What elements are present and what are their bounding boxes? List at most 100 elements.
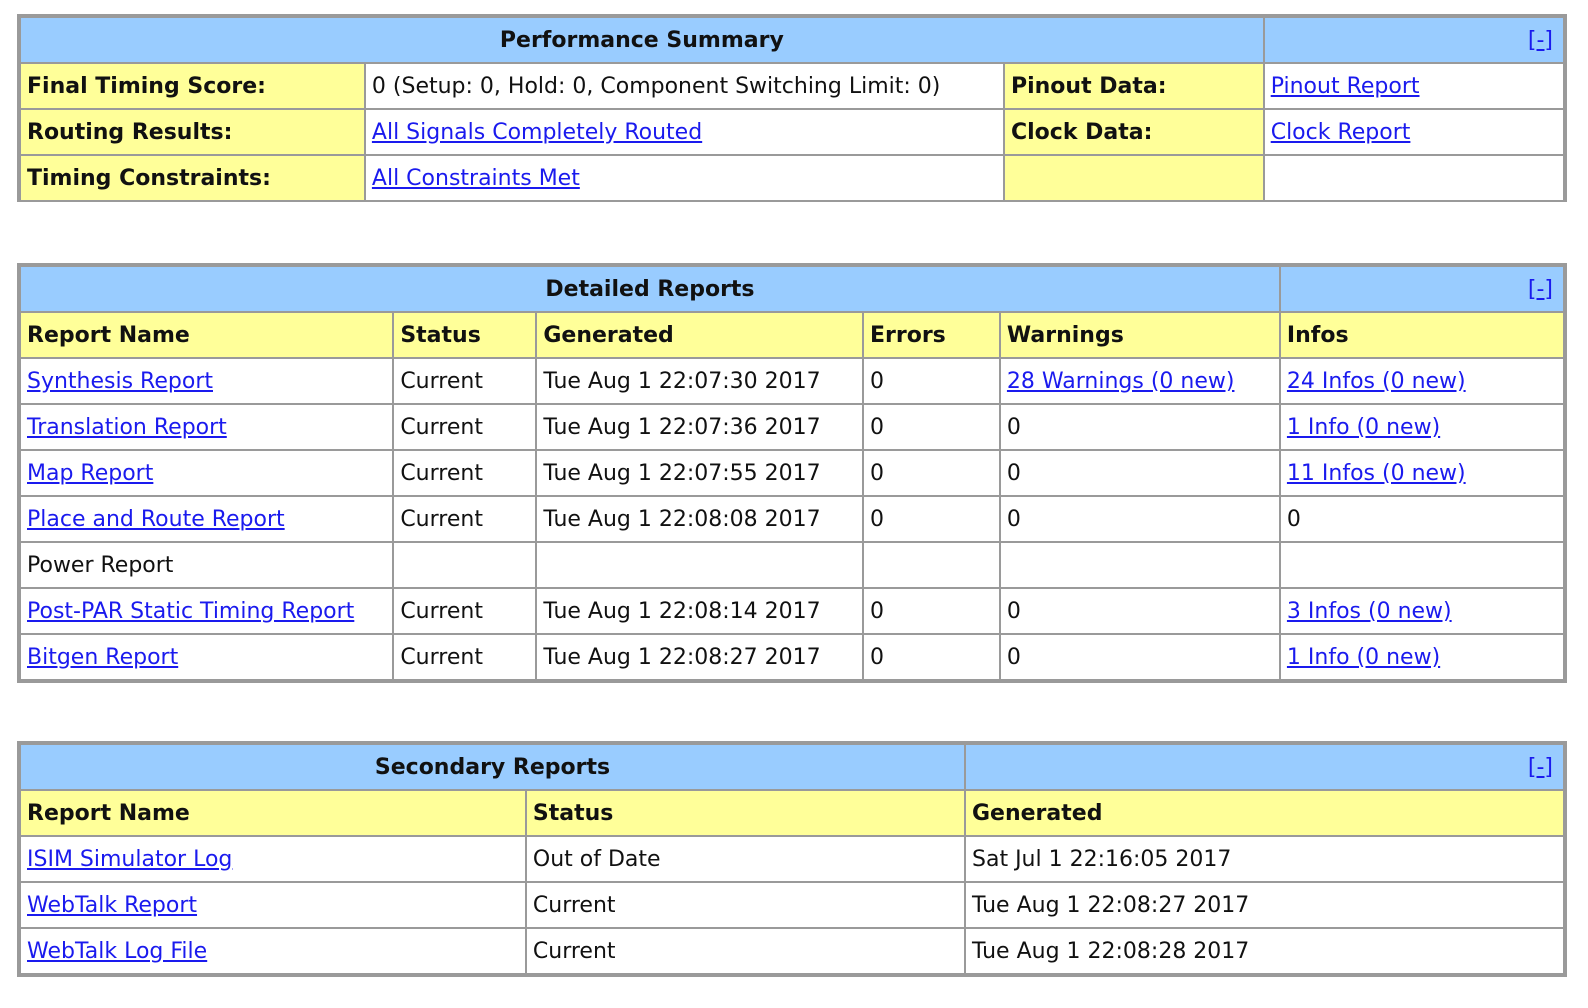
- table-row: Translation Report Current Tue Aug 1 22:07…: [18, 403, 1566, 451]
- table-row: Synthesis Report Current Tue Aug 1 22:07:3…: [18, 357, 1566, 405]
- report-errors: 0: [861, 449, 1001, 497]
- report-infos-cell: 11 Infos (0 new): [1278, 449, 1566, 497]
- report-status: [392, 541, 538, 589]
- report-status: Current: [392, 403, 538, 451]
- column-header: Generated: [535, 311, 864, 359]
- report-name-link[interactable]: Post-PAR Static Timing Report: [27, 599, 354, 624]
- report-name: Power Report: [18, 541, 395, 589]
- table-row: Power Report: [18, 541, 1566, 589]
- report-infos-cell: 3 Infos (0 new): [1278, 587, 1566, 635]
- performance-summary-collapse-toggle[interactable]: [-]: [1528, 28, 1553, 53]
- report-warnings-cell: 28 Warnings (0 new): [998, 357, 1281, 405]
- report-warnings: 0: [998, 449, 1281, 497]
- report-name-cell: Synthesis Report: [18, 357, 395, 405]
- detailed-reports-header-row: Report Name Status Generated Errors Warnings…: [18, 311, 1566, 359]
- report-generated: Tue Aug 1 22:08:14 2017: [535, 587, 864, 635]
- report-infos-cell: 1 Info (0 new): [1278, 633, 1566, 681]
- report-generated: Tue Aug 1 22:08:27 2017: [964, 881, 1565, 929]
- report-name-link[interactable]: WebTalk Log File: [27, 939, 207, 964]
- report-name-link[interactable]: Synthesis Report: [27, 369, 213, 394]
- report-status: Current: [392, 587, 538, 635]
- report-generated: Tue Aug 1 22:07:30 2017: [535, 357, 864, 405]
- table-row: Map Report Current Tue Aug 1 22:07:55 2017…: [18, 449, 1566, 497]
- report-generated: Sat Jul 1 22:16:05 2017: [964, 835, 1565, 883]
- infos-link[interactable]: 3 Infos (0 new): [1287, 599, 1452, 624]
- report-status: Current: [392, 357, 538, 405]
- performance-summary-title-row: Performance Summary [-]: [19, 16, 1566, 64]
- report-name-cell: Place and Route Report: [18, 495, 395, 543]
- table-row: ISIM Simulator Log Out of Date Sat Jul 1 2…: [19, 835, 1565, 883]
- report-status: Current: [392, 633, 538, 681]
- report-generated: [535, 541, 864, 589]
- summary-label: Timing Constraints:: [19, 154, 366, 202]
- summary-value-cell: Pinout Report: [1262, 62, 1566, 110]
- report-infos-cell: 1 Info (0 new): [1278, 403, 1566, 451]
- report-errors: 0: [861, 495, 1001, 543]
- report-generated: Tue Aug 1 22:07:36 2017: [535, 403, 864, 451]
- report-name-cell: Translation Report: [18, 403, 395, 451]
- detailed-reports-title: Detailed Reports: [19, 265, 1281, 313]
- detailed-reports-table: Detailed Reports [-] Report Name Status Ge…: [18, 265, 1566, 681]
- secondary-reports-title: Secondary Reports: [19, 743, 966, 791]
- summary-value: 0 (Setup: 0, Hold: 0, Component Switchin…: [363, 62, 1005, 110]
- report-name-cell: Map Report: [18, 449, 395, 497]
- report-name-link[interactable]: Bitgen Report: [27, 645, 178, 670]
- summary-value-cell: All Constraints Met: [363, 154, 1005, 202]
- summary-value: [1262, 154, 1566, 202]
- report-name-link[interactable]: Map Report: [27, 461, 153, 486]
- table-row: Bitgen Report Current Tue Aug 1 22:08:27 2…: [18, 633, 1566, 681]
- report-status: Out of Date: [524, 835, 967, 883]
- report-warnings: 0: [998, 587, 1281, 635]
- column-header: Warnings: [998, 311, 1281, 359]
- report-errors: 0: [861, 587, 1001, 635]
- report-errors: 0: [861, 403, 1001, 451]
- column-header: Status: [392, 311, 538, 359]
- infos-link[interactable]: 11 Infos (0 new): [1287, 461, 1466, 486]
- report-generated: Tue Aug 1 22:08:28 2017: [964, 927, 1565, 975]
- column-header: Generated: [964, 789, 1565, 837]
- table-row: Place and Route Report Current Tue Aug 1 2…: [18, 495, 1566, 543]
- warnings-link[interactable]: 28 Warnings (0 new): [1007, 369, 1235, 394]
- table-row: Post-PAR Static Timing Report Current Tue …: [18, 587, 1566, 635]
- summary-value-link[interactable]: Pinout Report: [1271, 74, 1420, 99]
- summary-label: Pinout Data:: [1002, 62, 1265, 110]
- detailed-reports-collapse-toggle[interactable]: [-]: [1528, 277, 1553, 302]
- secondary-reports-table: Secondary Reports [-] Report Name Status G…: [19, 743, 1565, 975]
- summary-value-link[interactable]: Clock Report: [1271, 120, 1411, 145]
- performance-summary-table: Performance Summary [-] Final Timing Sco…: [19, 16, 1566, 202]
- report-warnings: 0: [998, 633, 1281, 681]
- report-name-link[interactable]: WebTalk Report: [27, 893, 197, 918]
- infos-link[interactable]: 24 Infos (0 new): [1287, 369, 1466, 394]
- report-name-link[interactable]: Translation Report: [27, 415, 227, 440]
- column-header: Status: [524, 789, 967, 837]
- report-name-link[interactable]: Place and Route Report: [27, 507, 285, 532]
- secondary-reports-collapse-toggle[interactable]: [-]: [1528, 755, 1553, 780]
- report-errors: [861, 541, 1001, 589]
- column-header: Report Name: [18, 311, 395, 359]
- secondary-reports-title-row: Secondary Reports [-]: [19, 743, 1565, 791]
- infos-link[interactable]: 1 Info (0 new): [1287, 415, 1440, 440]
- report-infos: [1278, 541, 1566, 589]
- summary-label: Clock Data:: [1002, 108, 1265, 156]
- secondary-reports-header-row: Report Name Status Generated: [19, 789, 1565, 837]
- column-header: Infos: [1278, 311, 1566, 359]
- infos-link[interactable]: 1 Info (0 new): [1287, 645, 1440, 670]
- performance-summary-row: Timing Constraints: All Constraints Met: [19, 154, 1566, 202]
- table-row: WebTalk Log File Current Tue Aug 1 22:08:2…: [19, 927, 1565, 975]
- summary-value-link[interactable]: All Signals Completely Routed: [372, 120, 702, 145]
- report-name-link[interactable]: ISIM Simulator Log: [27, 847, 232, 872]
- performance-summary-row: Final Timing Score: 0 (Setup: 0, Hold: 0,…: [19, 62, 1566, 110]
- report-errors: 0: [861, 357, 1001, 405]
- report-name-cell: ISIM Simulator Log: [19, 835, 527, 883]
- report-status: Current: [392, 495, 538, 543]
- detailed-reports-panel: Detailed Reports [-] Report Name Status Ge…: [17, 263, 1567, 683]
- column-header: Report Name: [19, 789, 527, 837]
- performance-summary-row: Routing Results: All Signals Completely R…: [19, 108, 1566, 156]
- report-status: Current: [524, 927, 967, 975]
- summary-label: Routing Results:: [19, 108, 366, 156]
- report-infos-cell: 24 Infos (0 new): [1278, 357, 1566, 405]
- report-generated: Tue Aug 1 22:07:55 2017: [535, 449, 864, 497]
- column-header: Errors: [861, 311, 1001, 359]
- summary-value-link[interactable]: All Constraints Met: [372, 166, 580, 191]
- detailed-reports-title-row: Detailed Reports [-]: [19, 265, 1566, 313]
